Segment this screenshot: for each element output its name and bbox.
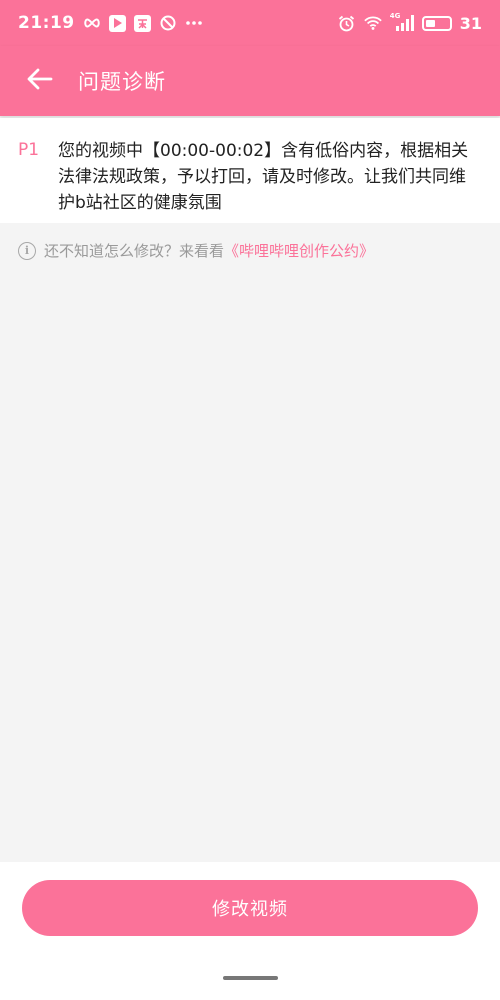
- battery-level: 31: [459, 13, 482, 33]
- bottom-action-area: 修改视频: [0, 862, 500, 1000]
- more-notifications-icon: [185, 14, 203, 32]
- arrow-left-icon: [27, 68, 53, 94]
- infinity-icon: [83, 14, 101, 32]
- creation-convention-link[interactable]: 《哔哩哔哩创作公约》: [224, 240, 374, 261]
- help-tip: i 还不知道怎么修改？来看看 《哔哩哔哩创作公约》: [18, 240, 374, 261]
- play-app-icon: [108, 14, 126, 32]
- status-right: 4G 31: [338, 12, 482, 33]
- info-icon: i: [18, 241, 36, 260]
- battery-icon: [421, 15, 452, 31]
- alarm-icon: [338, 14, 356, 32]
- issue-tag: P1: [18, 140, 40, 160]
- cellular-signal-icon: 4G: [389, 12, 414, 32]
- home-indicator[interactable]: [223, 976, 278, 980]
- status-bar: 21:19 4G 31: [0, 0, 500, 46]
- modify-video-button[interactable]: 修改视频: [22, 880, 478, 936]
- issue-description: 您的视频中【00:00-00:02】含有低俗内容，根据相关法律法规政策，予以打回…: [58, 141, 469, 213]
- status-left: 21:19: [18, 13, 203, 33]
- back-button[interactable]: [12, 53, 68, 109]
- status-time: 21:19: [18, 13, 75, 33]
- wifi-icon: [363, 14, 382, 32]
- zhihu-app-icon: [133, 14, 151, 32]
- do-not-disturb-icon: [159, 14, 177, 32]
- app-bar: 问题诊断: [0, 46, 500, 116]
- issue-card: P1 您的视频中【00:00-00:02】含有低俗内容，根据相关法律法规政策，予…: [0, 118, 500, 223]
- help-tip-text: 还不知道怎么修改？来看看: [44, 242, 225, 260]
- page-title: 问题诊断: [78, 70, 166, 94]
- network-label: 4G: [389, 12, 401, 20]
